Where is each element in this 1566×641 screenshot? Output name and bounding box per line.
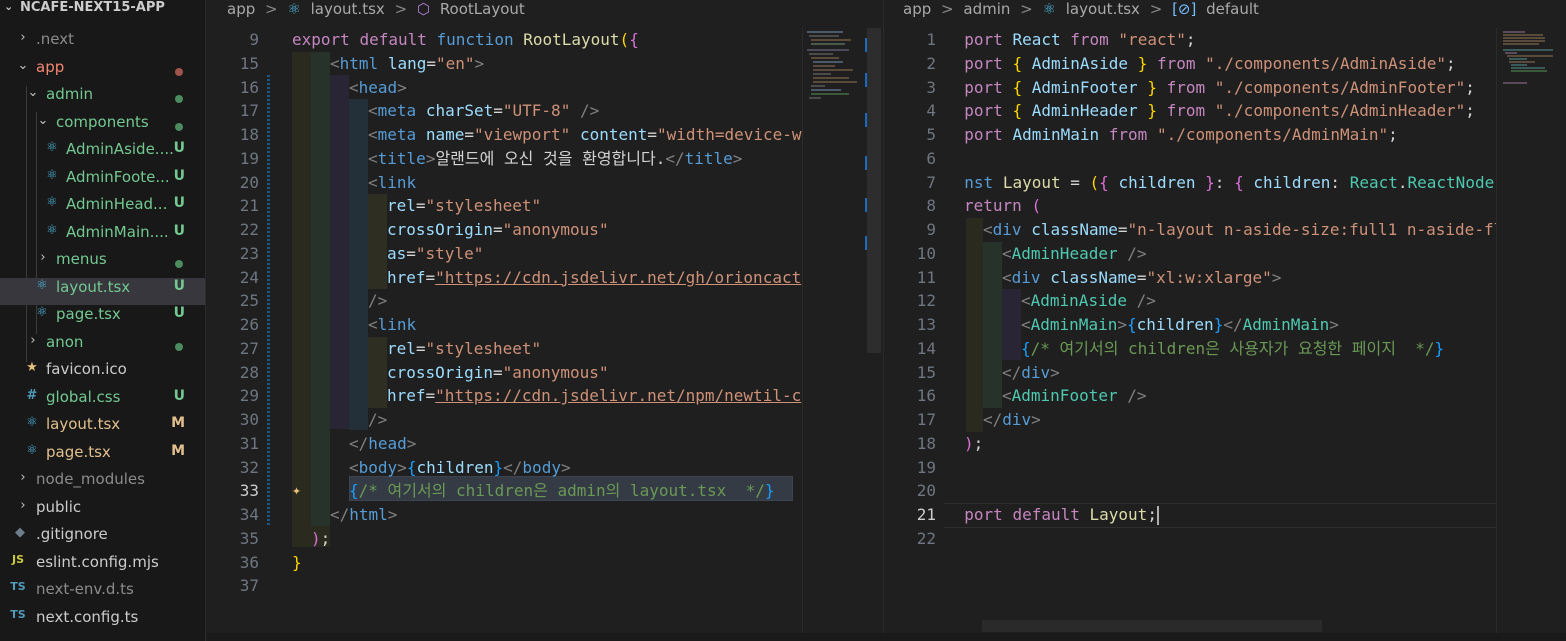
chevron-down-icon: ⌄ [4,0,14,13]
breadcrumb-separator: > [941,0,954,18]
breadcrumb-item-symbol[interactable]: RootLayout [440,0,525,18]
git-change-gutter [267,75,270,527]
react-icon: ⚛ [26,415,38,430]
tree-item-admin-aside[interactable]: ⚛ AdminAside.... U [0,140,205,168]
chevron-down-icon: ⌄ [17,57,29,73]
code-area[interactable]: export default function RootLayout({ <ht… [292,28,802,598]
react-icon: ⚛ [26,442,38,458]
breadcrumb-separator: > [265,0,278,18]
tree-item-public[interactable]: › public [0,498,205,526]
react-icon: ⚛ [46,140,58,155]
breadcrumb-item-file[interactable]: layout.tsx [311,0,385,18]
breadcrumb-separator: > [1149,0,1163,18]
chevron-right-icon: › [30,332,36,348]
breadcrumb-separator: > [1020,0,1033,18]
tree-item-admin-page[interactable]: ⚛ page.tsx U [0,305,205,333]
minimap[interactable] [802,28,881,641]
vertical-scrollbar[interactable] [1553,28,1566,633]
css-icon: # [26,387,38,403]
react-icon: ⚛ [36,305,48,320]
tree-item-menus[interactable]: › menus [0,250,205,278]
minimap[interactable] [1496,28,1566,633]
tree-item-admin-layout[interactable]: ⚛ layout.tsx U [0,277,205,305]
tree-item-components[interactable]: ⌄ components [0,113,205,141]
tree-item-next-env[interactable]: TS next-env.d.ts [0,580,205,608]
tree-item-admin[interactable]: ⌄ admin [0,85,205,113]
right-editor[interactable]: app > admin > ⚛ layout.tsx > [⊘] default… [884,0,1566,641]
tree-item-admin-main[interactable]: ⚛ AdminMain.... U [0,223,205,251]
tree-item-admin-footer[interactable]: ⚛ AdminFoote... U [0,168,205,196]
tree-item-next[interactable]: › .next [0,30,205,58]
line-numbers: 1 2 3 4 5 6 7 8 9 10 11 12 13 14 15 16 1… [916,30,936,548]
react-icon: ⚛ [1042,0,1056,18]
chevron-right-icon: › [20,470,26,485]
modified-dot-icon [175,67,183,76]
tree-item-admin-header[interactable]: ⚛ AdminHead... U [0,195,205,223]
tree-item-node-modules[interactable]: › node_modules [0,470,205,498]
explorer-title[interactable]: ⌄ NCAFE-NEXT15-APP [0,0,205,30]
breadcrumb-item-app[interactable]: app [903,0,931,18]
text-cursor [1156,506,1159,525]
react-icon: ⚛ [46,222,58,238]
react-icon: ⚛ [36,277,48,293]
tree-item-anon[interactable]: › anon [0,333,205,361]
react-icon: ⚛ [46,195,58,210]
react-icon: ⚛ [287,0,301,18]
vertical-scrollbar[interactable] [867,28,881,353]
breadcrumb-separator: > [394,0,408,18]
chevron-right-icon: › [20,30,26,45]
variable-icon: [⊘] [1172,0,1197,18]
untracked-dot-icon [175,95,183,103]
tree-item-favicon[interactable]: ★ favicon.ico [0,360,205,388]
tree-item-gitignore[interactable]: ◆ .gitignore [0,525,205,553]
chevron-right-icon: › [40,250,46,265]
left-editor[interactable]: app > ⚛ layout.tsx > ⬡ RootLayout 9 15 1… [207,0,883,641]
breadcrumb-item-file[interactable]: layout.tsx [1066,0,1140,18]
file-tree: › .next ⌄ app ⌄ admin ⌄ components ⚛ Adm… [0,30,205,635]
git-icon: ◆ [15,525,25,540]
code-area[interactable]: import React from "react"; import { Admi… [964,28,1496,548]
tree-item-root-page[interactable]: ⚛ page.tsx M [0,443,205,471]
tree-item-eslint-config[interactable]: JS eslint.config.mjs [0,553,205,581]
tree-item-global-css[interactable]: # global.css U [0,388,205,416]
tree-item-next-config[interactable]: TS next.config.ts [0,608,205,636]
react-icon: ⚛ [46,167,58,183]
code-viewport[interactable]: import React from "react"; import { Admi… [964,28,1496,548]
sparkle-icon[interactable]: ✦ [292,479,301,503]
explorer-sidebar: ⌄ NCAFE-NEXT15-APP › .next ⌄ app ⌄ admin… [0,0,206,641]
tree-item-app[interactable]: ⌄ app [0,58,205,86]
chevron-down-icon: ⌄ [27,85,39,100]
horizontal-scrollbar[interactable] [982,620,1322,632]
breadcrumb-item-symbol[interactable]: default [1206,0,1259,18]
untracked-dot-icon [175,342,183,351]
js-icon: JS [11,552,24,566]
untracked-dot-icon [175,260,183,268]
breadcrumb-item-admin[interactable]: admin [963,0,1010,18]
untracked-dot-icon [175,122,183,131]
tree-item-root-layout[interactable]: ⚛ layout.tsx M [0,415,205,443]
bottom-panel-edge [207,633,1566,641]
star-icon: ★ [26,360,38,375]
ts-icon: TS [10,580,26,593]
chevron-right-icon: › [20,497,26,513]
chevron-down-icon: ⌄ [37,112,49,128]
line-numbers: 9 15 16 17 18 19 20 21 22 23 24 25 26 27… [239,30,259,596]
ts-icon: TS [10,607,26,621]
breadcrumb-item-app[interactable]: app [227,0,255,18]
symbol-icon: ⬡ [416,0,431,18]
